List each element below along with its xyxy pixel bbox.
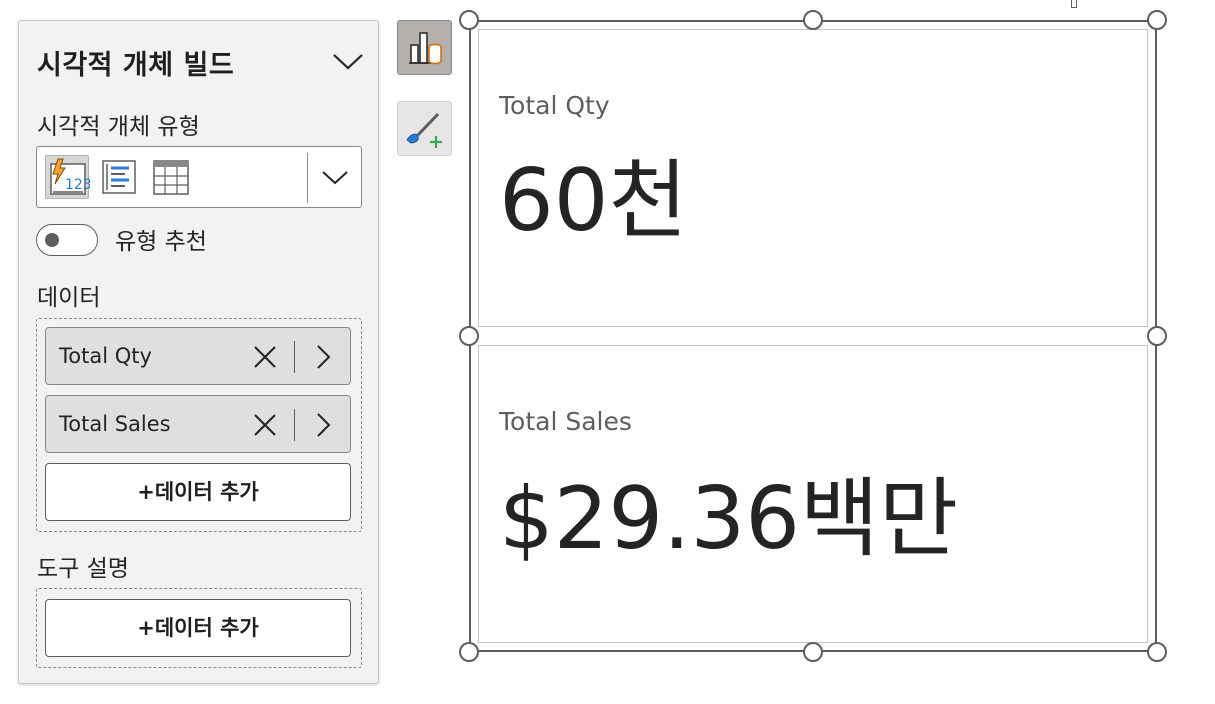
resize-handle-top[interactable] xyxy=(803,10,823,30)
suggest-type-toggle[interactable] xyxy=(36,224,98,256)
build-visual-button[interactable] xyxy=(397,20,452,75)
resize-handle-right[interactable] xyxy=(1147,326,1167,346)
pane-title: 시각적 개체 빌드 xyxy=(37,50,235,81)
data-well: Total Qty Total Sales +데이터 추가 xyxy=(36,318,362,532)
visual-type-picker: 123 xyxy=(36,146,362,208)
card-label: Total Sales xyxy=(499,407,632,436)
card-value: $29.36백만 xyxy=(499,469,959,569)
card-visual-icon[interactable]: 123 xyxy=(45,155,92,199)
data-field-pill[interactable]: Total Qty xyxy=(45,327,351,385)
add-tooltip-data-button[interactable]: +데이터 추가 xyxy=(45,599,351,657)
chevron-right-icon[interactable] xyxy=(312,411,334,439)
chevron-right-icon[interactable] xyxy=(312,343,334,371)
card-total-qty[interactable]: Total Qty 60천 xyxy=(478,29,1148,327)
visual-type-label: 시각적 개체 유형 xyxy=(37,114,200,140)
resize-handle-bottom[interactable] xyxy=(803,642,823,662)
tooltips-well: +데이터 추가 xyxy=(36,588,362,668)
build-visual-icon xyxy=(409,32,442,65)
resize-handle-top-left[interactable] xyxy=(459,10,479,30)
resize-handle-bottom-right[interactable] xyxy=(1147,642,1167,662)
picker-divider xyxy=(307,153,308,203)
field-name: Total Qty xyxy=(59,344,152,368)
cursor-mark xyxy=(1071,0,1077,8)
card-value: 60천 xyxy=(499,151,688,251)
card-label: Total Qty xyxy=(499,91,610,120)
resize-handle-bottom-left[interactable] xyxy=(459,642,479,662)
svg-text:123: 123 xyxy=(65,177,90,193)
resize-handle-left[interactable] xyxy=(459,326,479,346)
close-icon[interactable] xyxy=(251,343,279,371)
data-field-pill[interactable]: Total Sales xyxy=(45,395,351,453)
field-name: Total Sales xyxy=(59,412,171,436)
toggle-knob xyxy=(45,233,59,247)
card-total-sales[interactable]: Total Sales $29.36백만 xyxy=(478,345,1148,643)
add-data-button[interactable]: +데이터 추가 xyxy=(45,463,351,521)
tooltips-section-label: 도구 설명 xyxy=(37,556,129,582)
multi-row-card-icon[interactable] xyxy=(98,155,142,199)
chevron-down-icon[interactable] xyxy=(319,165,351,189)
build-visual-pane: 시각적 개체 빌드 시각적 개체 유형 123 유형 추천 데이터 Total … xyxy=(18,20,379,684)
field-divider xyxy=(294,409,295,441)
field-divider xyxy=(294,341,295,373)
data-section-label: 데이터 xyxy=(37,285,101,311)
format-visual-button[interactable] xyxy=(397,101,452,156)
chevron-down-icon[interactable] xyxy=(331,49,365,73)
close-icon[interactable] xyxy=(251,411,279,439)
resize-handle-top-right[interactable] xyxy=(1147,10,1167,30)
table-icon[interactable] xyxy=(149,155,193,199)
suggest-type-label: 유형 추천 xyxy=(115,229,207,255)
format-visual-icon xyxy=(406,112,442,148)
